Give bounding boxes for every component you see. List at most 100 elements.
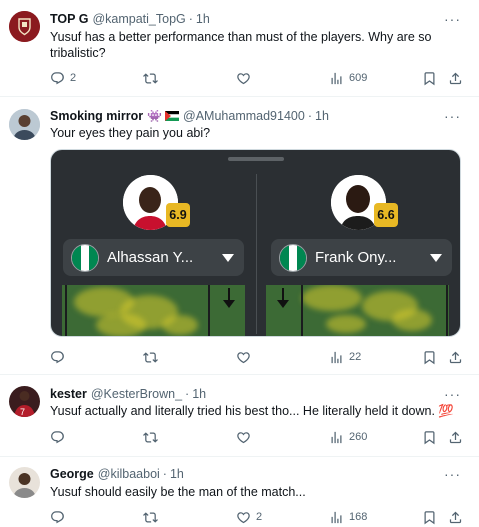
- bookmark-icon: [422, 71, 437, 86]
- bookmark-icon: [422, 350, 437, 365]
- player-rating: 6.6: [374, 203, 398, 227]
- bookmark-button[interactable]: [422, 69, 437, 87]
- display-name[interactable]: kester: [50, 387, 87, 401]
- timestamp[interactable]: 1h: [196, 12, 210, 26]
- retweet-button[interactable]: [143, 508, 163, 526]
- tweet-text: Yusuf has a better performance than must…: [50, 30, 432, 60]
- share-button[interactable]: [448, 348, 463, 366]
- tweet-text: Yusuf actually and literally tried his b…: [50, 404, 454, 418]
- reply-button[interactable]: [50, 428, 70, 446]
- tweet[interactable]: 7 kester @KesterBrown_ · 1h ··· Yusuf ac…: [0, 375, 479, 457]
- tweet-text: Your eyes they pain you abi?: [50, 126, 211, 140]
- retweet-icon: [143, 510, 158, 525]
- player-select[interactable]: Frank Ony...: [271, 239, 452, 276]
- like-button[interactable]: [236, 348, 256, 366]
- reply-button[interactable]: [50, 508, 70, 526]
- views-icon: [329, 71, 344, 86]
- views-button[interactable]: 609: [329, 69, 367, 87]
- share-button[interactable]: [448, 428, 463, 446]
- chevron-down-icon: [222, 253, 234, 262]
- views-count: 168: [349, 511, 368, 523]
- player-name: Frank Ony...: [315, 249, 397, 266]
- share-icon: [448, 430, 463, 445]
- views-icon: [329, 510, 344, 525]
- reply-button[interactable]: 2: [50, 69, 76, 87]
- views-button[interactable]: 260: [329, 428, 367, 446]
- user-handle[interactable]: @AMuhammad91400: [183, 109, 305, 123]
- display-name[interactable]: TOP G: [50, 12, 88, 26]
- avatar[interactable]: [9, 467, 40, 498]
- like-button[interactable]: [236, 428, 256, 446]
- share-button[interactable]: [448, 69, 463, 87]
- display-name[interactable]: Smoking mirror: [50, 109, 143, 123]
- separator-dot: ·: [307, 109, 312, 123]
- bookmark-button[interactable]: [422, 348, 437, 366]
- timestamp[interactable]: 1h: [170, 467, 184, 481]
- views-icon: [329, 430, 344, 445]
- like-button[interactable]: [236, 69, 256, 87]
- like-button[interactable]: 2: [236, 508, 262, 526]
- reply-icon: [50, 350, 65, 365]
- user-handle[interactable]: @kilbaaboi: [98, 467, 160, 481]
- tweet-actions: 2 609: [50, 69, 464, 87]
- views-button[interactable]: 22: [329, 348, 361, 366]
- media-card[interactable]: 6.9 Alhassan Y... 6.6 Frank Ony...: [50, 149, 461, 337]
- user-photo-icon: [9, 109, 40, 140]
- views-count: 609: [349, 72, 368, 84]
- separator-dot: ·: [162, 467, 167, 481]
- views-count: 260: [349, 431, 368, 443]
- retweet-button[interactable]: [143, 428, 163, 446]
- more-options-icon[interactable]: ···: [444, 109, 461, 123]
- avatar[interactable]: [9, 109, 40, 140]
- nigeria-flag-icon: [279, 243, 307, 272]
- name-emoji: 👾: [147, 109, 163, 123]
- tweet-text: Yusuf should easily be the man of the ma…: [50, 485, 306, 499]
- user-handle[interactable]: @kampati_TopG: [92, 12, 185, 26]
- bookmark-button[interactable]: [422, 508, 437, 526]
- player-select[interactable]: Alhassan Y...: [63, 239, 244, 276]
- tweet[interactable]: George @kilbaaboi · 1h ··· Yusuf should …: [0, 457, 479, 527]
- like-icon: [236, 71, 251, 86]
- tweet-header: George @kilbaaboi · 1h: [50, 465, 184, 483]
- chevron-down-icon: [430, 253, 442, 262]
- nigeria-flag-icon: [71, 243, 99, 272]
- separator-dot: ·: [188, 12, 193, 26]
- tweet-header: kester @KesterBrown_ · 1h: [50, 385, 206, 403]
- more-options-icon[interactable]: ···: [444, 12, 461, 26]
- avatar[interactable]: [9, 11, 40, 42]
- share-icon: [448, 510, 463, 525]
- tweet[interactable]: Smoking mirror 👾 @AMuhammad91400 · 1h ··…: [0, 97, 479, 375]
- share-icon: [448, 71, 463, 86]
- svg-text:7: 7: [20, 407, 25, 417]
- user-handle[interactable]: @KesterBrown_: [91, 387, 182, 401]
- bookmark-icon: [422, 430, 437, 445]
- timestamp[interactable]: 1h: [192, 387, 206, 401]
- like-icon: [236, 510, 251, 525]
- heatmap: [62, 285, 245, 336]
- views-icon: [329, 350, 344, 365]
- display-name[interactable]: George: [50, 467, 94, 481]
- reply-button[interactable]: [50, 348, 70, 366]
- share-button[interactable]: [448, 508, 463, 526]
- arrow-down-icon: [277, 288, 289, 308]
- views-button[interactable]: 168: [329, 508, 367, 526]
- retweet-button[interactable]: [143, 69, 163, 87]
- more-options-icon[interactable]: ···: [444, 387, 461, 401]
- share-icon: [448, 350, 463, 365]
- reply-icon: [50, 430, 65, 445]
- heatmap: [266, 285, 449, 336]
- retweet-button[interactable]: [143, 348, 163, 366]
- tweet-actions: 22: [50, 348, 464, 366]
- like-count: 2: [256, 511, 263, 523]
- tweet-header: TOP G @kampati_TopG · 1h: [50, 10, 210, 28]
- tweet-actions: 2 168: [50, 508, 464, 526]
- bookmark-icon: [422, 510, 437, 525]
- palestine-flag-icon: [165, 111, 180, 121]
- more-options-icon[interactable]: ···: [444, 467, 461, 481]
- timestamp[interactable]: 1h: [315, 109, 329, 123]
- bookmark-button[interactable]: [422, 428, 437, 446]
- tweet[interactable]: TOP G @kampati_TopG · 1h ··· Yusuf has a…: [0, 0, 479, 97]
- arrow-down-icon: [223, 288, 235, 308]
- reply-icon: [50, 71, 65, 86]
- avatar[interactable]: 7: [9, 386, 40, 417]
